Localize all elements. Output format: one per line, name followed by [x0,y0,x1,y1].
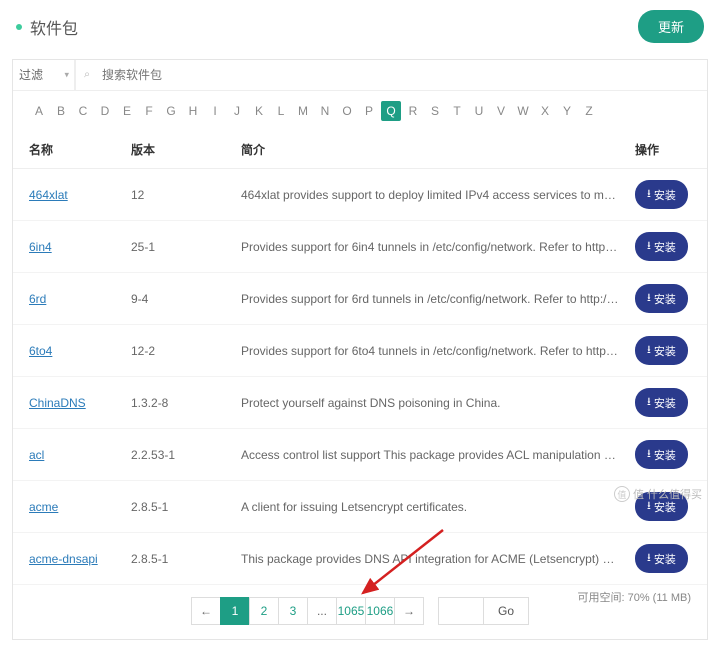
download-icon: ⭳ [647,237,651,256]
package-link[interactable]: 6to4 [29,344,52,358]
download-icon: ⭳ [647,341,651,360]
watermark-icon: 值 [614,486,630,502]
install-button[interactable]: ⭳ 安装 [635,284,688,313]
package-version: 12-2 [123,325,233,377]
alpha-L[interactable]: L [271,101,291,121]
install-button[interactable]: ⭳ 安装 [635,544,688,573]
search-icon: ⌕ [84,69,90,82]
alpha-P[interactable]: P [359,101,379,121]
table-row: acme 2.8.5-1A client for issuing Letsencr… [13,481,707,533]
package-version: 25-1 [123,221,233,273]
package-desc: 464xlat provides support to deploy limit… [233,169,627,221]
alpha-B[interactable]: B [51,101,71,121]
table-row: acl 2.2.53-1Access control list support T… [13,429,707,481]
page-1066[interactable]: 1066 [365,597,395,625]
package-desc: Provides support for 6to4 tunnels in /et… [233,325,627,377]
page-prev[interactable]: ← [191,597,221,625]
alpha-D[interactable]: D [95,101,115,121]
alpha-Q[interactable]: Q [381,101,401,121]
search-input[interactable] [76,60,707,90]
page-2[interactable]: 2 [249,597,279,625]
col-action: 操作 [627,131,707,169]
page-...[interactable]: ... [307,597,337,625]
install-button[interactable]: ⭳ 安装 [635,180,688,209]
page-3[interactable]: 3 [278,597,308,625]
package-link[interactable]: acl [29,448,44,462]
package-desc: Protect yourself against DNS poisoning i… [233,377,627,429]
install-button[interactable]: ⭳ 安装 [635,440,688,469]
alpha-T[interactable]: T [447,101,467,121]
alpha-M[interactable]: M [293,101,313,121]
alpha-I[interactable]: I [205,101,225,121]
package-link[interactable]: 6in4 [29,240,52,254]
page-go-button[interactable]: Go [484,597,529,625]
alpha-Z[interactable]: Z [579,101,599,121]
package-desc: Access control list support This package… [233,429,627,481]
alpha-O[interactable]: O [337,101,357,121]
install-button[interactable]: ⭳ 安装 [635,388,688,417]
alpha-H[interactable]: H [183,101,203,121]
alpha-W[interactable]: W [513,101,533,121]
col-desc: 简介 [233,131,627,169]
alpha-G[interactable]: G [161,101,181,121]
disk-space: 可用空间: 70% (11 MB) [578,589,692,605]
table-row: ChinaDNS 1.3.2-8Protect yourself against … [13,377,707,429]
download-icon: ⭳ [647,445,651,464]
package-desc: Provides support for 6rd tunnels in /etc… [233,273,627,325]
alpha-N[interactable]: N [315,101,335,121]
alpha-A[interactable]: A [29,101,49,121]
package-desc: A client for issuing Letsencrypt certifi… [233,481,627,533]
alpha-F[interactable]: F [139,101,159,121]
page-1065[interactable]: 1065 [336,597,366,625]
table-row: 6rd 9-4Provides support for 6rd tunnels i… [13,273,707,325]
alpha-Y[interactable]: Y [557,101,577,121]
package-version: 1.3.2-8 [123,377,233,429]
alpha-U[interactable]: U [469,101,489,121]
alpha-K[interactable]: K [249,101,269,121]
table-row: 6to4 12-2Provides support for 6to4 tunnel… [13,325,707,377]
update-button[interactable]: 更新 [638,10,704,43]
pagination: ←123...10651066→ [191,597,424,625]
alpha-C[interactable]: C [73,101,93,121]
page-1[interactable]: 1 [220,597,250,625]
page-go-input[interactable] [438,597,484,625]
alpha-V[interactable]: V [491,101,511,121]
alpha-R[interactable]: R [403,101,423,121]
download-icon: ⭳ [647,549,651,568]
alpha-X[interactable]: X [535,101,555,121]
table-row: 464xlat 12464xlat provides support to dep… [13,169,707,221]
package-desc: This package provides DNS API integratio… [233,533,627,585]
package-version: 2.8.5-1 [123,533,233,585]
col-name: 名称 [13,131,123,169]
table-row: 6in4 25-1Provides support for 6in4 tunnel… [13,221,707,273]
package-version: 12 [123,169,233,221]
watermark: 值 值 什么值得买 [614,486,702,502]
package-link[interactable]: 464xlat [29,188,68,202]
download-icon: ⭳ [647,185,651,204]
package-version: 2.8.5-1 [123,481,233,533]
package-link[interactable]: acme [29,500,58,514]
status-dot [16,24,22,30]
package-link[interactable]: ChinaDNS [29,396,86,410]
download-icon: ⭳ [647,393,651,412]
install-button[interactable]: ⭳ 安装 [635,232,688,261]
alpha-J[interactable]: J [227,101,247,121]
package-desc: Provides support for 6in4 tunnels in /et… [233,221,627,273]
download-icon: ⭳ [647,289,651,308]
package-link[interactable]: acme-dnsapi [29,552,98,566]
filter-select[interactable]: 过滤 [13,60,75,90]
install-button[interactable]: ⭳ 安装 [635,336,688,365]
package-link[interactable]: 6rd [29,292,46,306]
package-version: 2.2.53-1 [123,429,233,481]
table-row: acme-dnsapi 2.8.5-1This package provides … [13,533,707,585]
alphabet-filter: ABCDEFGHIJKLMNOPQRSTUVWXYZ [13,91,707,131]
alpha-E[interactable]: E [117,101,137,121]
alpha-S[interactable]: S [425,101,445,121]
col-version: 版本 [123,131,233,169]
page-title: 软件包 [30,15,78,39]
page-next[interactable]: → [394,597,424,625]
package-version: 9-4 [123,273,233,325]
